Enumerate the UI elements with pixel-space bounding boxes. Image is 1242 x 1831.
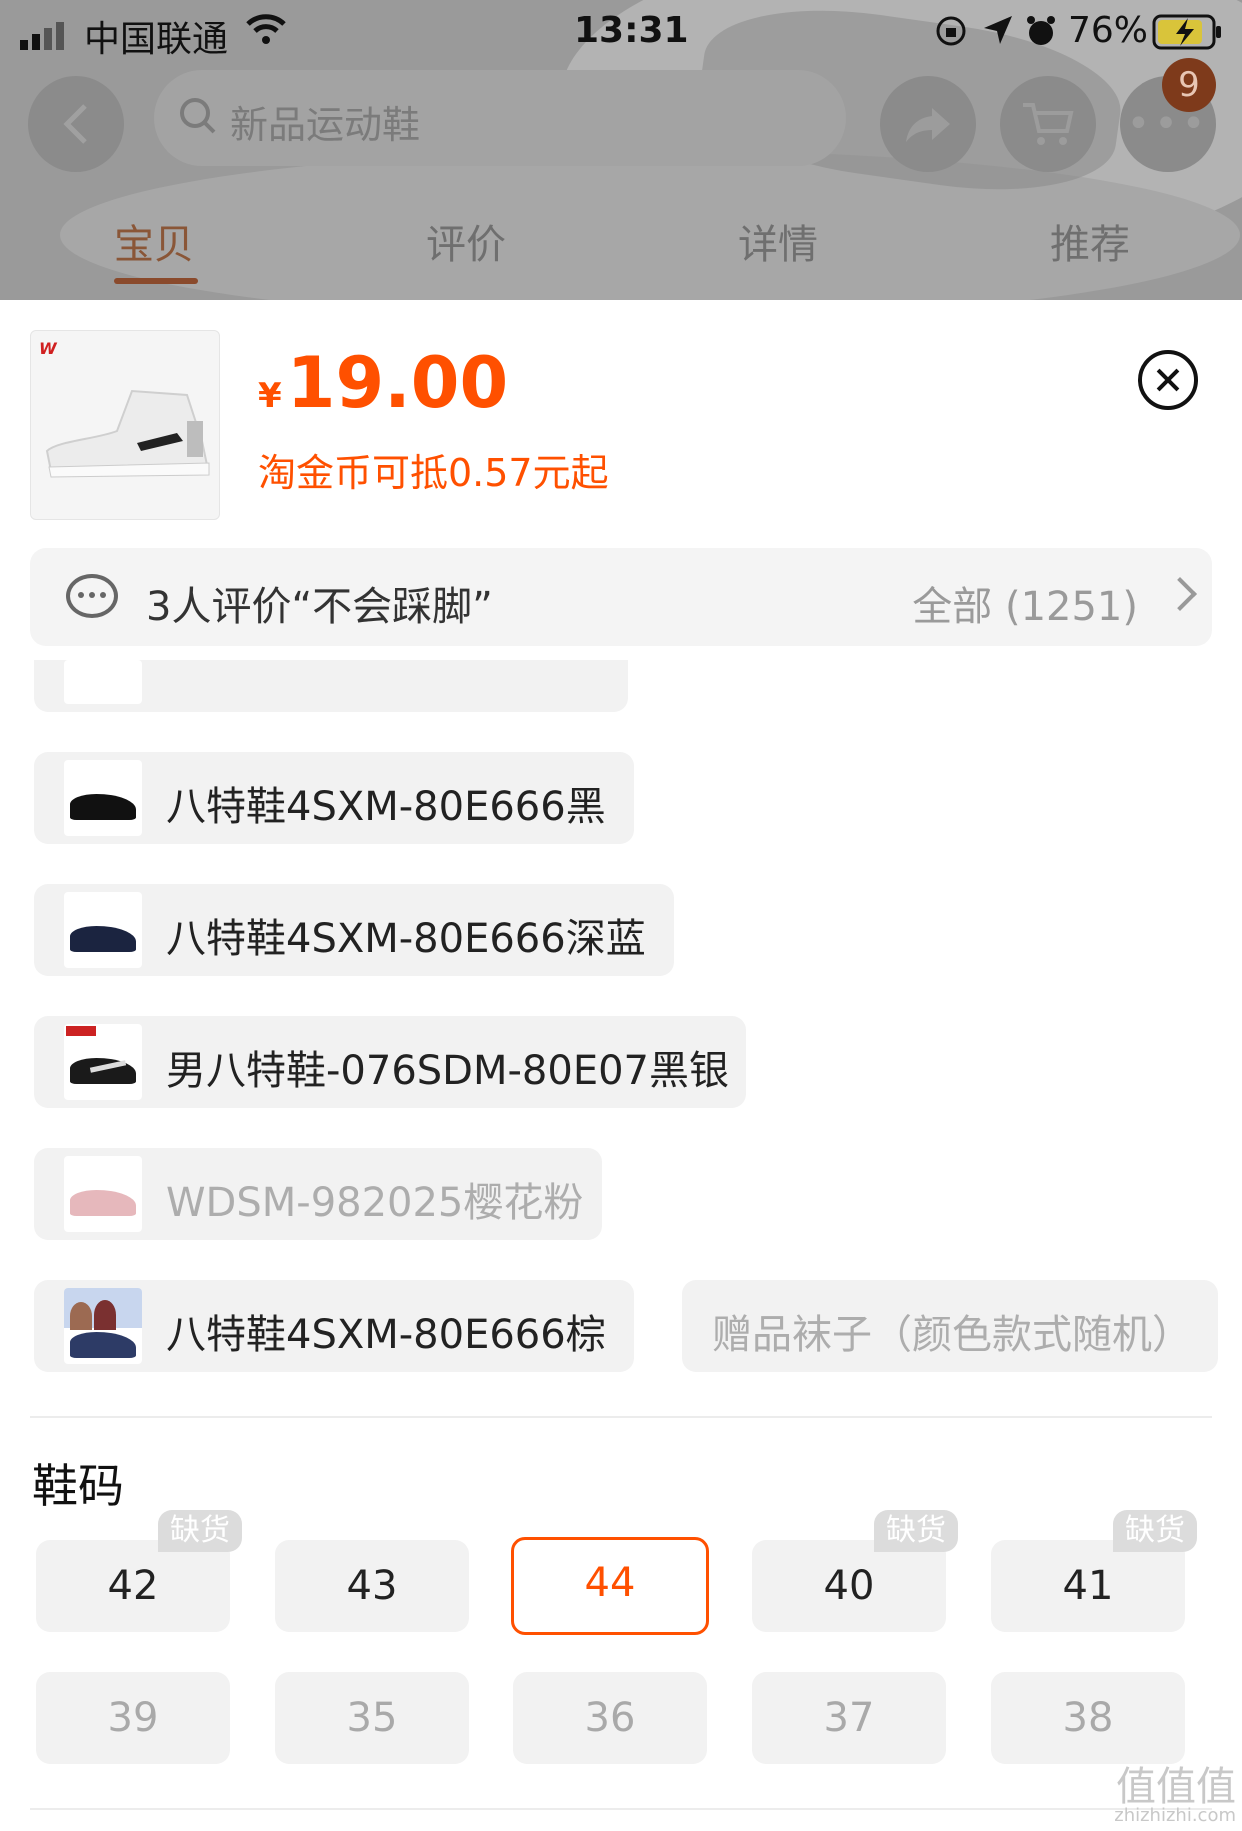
shoe-image	[70, 794, 136, 820]
chevron-left-icon	[63, 104, 87, 144]
color-option-disabled[interactable]: 赠品袜子（颜色款式随机）	[682, 1280, 1218, 1372]
option-label: 赠品袜子（颜色款式随机）	[712, 1312, 1192, 1358]
chat-bubble-icon	[66, 574, 118, 618]
dimmed-product-header: 中国联通 13:31 76% 新品运动鞋 ••• 9 宝贝 评价 详情 推荐	[0, 0, 1242, 300]
out-of-stock-tag: 缺货	[874, 1510, 958, 1552]
search-placeholder: 新品运动鞋	[230, 103, 421, 147]
size-value: 38	[1062, 1695, 1114, 1741]
share-button[interactable]	[880, 76, 976, 172]
option-label: 八特鞋4SXM-80E666棕	[166, 1312, 606, 1358]
size-value: 43	[346, 1563, 398, 1609]
review-highlight: 3人评价“不会踩脚”	[146, 584, 493, 630]
tab-product[interactable]: 宝贝	[114, 212, 194, 270]
shoe-image	[70, 1332, 136, 1358]
alarm-icon	[1024, 14, 1058, 57]
size-value: 39	[107, 1695, 159, 1741]
option-thumbnail	[64, 760, 142, 836]
size-value: 37	[823, 1695, 875, 1741]
size-option-selected[interactable]: 44	[511, 1537, 709, 1635]
color-option[interactable]: 八特鞋4SXM-80E666深蓝	[34, 884, 674, 976]
option-label: WDSM-982025樱花粉	[166, 1180, 584, 1226]
option-label: 八特鞋4SXM-80E666深蓝	[166, 916, 646, 962]
size-value: 35	[346, 1695, 398, 1741]
status-bar: 中国联通 13:31 76%	[0, 0, 1242, 62]
color-option[interactable]: 八特鞋4SXM-80E666棕	[34, 1280, 634, 1372]
shoe-image	[70, 1058, 136, 1084]
size-value: 36	[584, 1695, 636, 1741]
watermark: 值值值 zhizhizhi.com	[1114, 1767, 1236, 1825]
size-value: 42	[107, 1563, 159, 1609]
option-label: 男八特鞋-076SDM-80E07黑银	[166, 1048, 729, 1094]
wifi-icon	[244, 12, 288, 55]
signal-icon	[20, 18, 70, 59]
promo-tag	[66, 1026, 96, 1036]
size-option[interactable]: 43	[275, 1540, 469, 1632]
tab-recommend[interactable]: 推荐	[1050, 212, 1130, 270]
battery-percent: 76%	[1068, 10, 1149, 51]
cart-icon	[1023, 103, 1074, 145]
search-icon	[180, 98, 216, 134]
share-icon	[906, 108, 950, 142]
out-of-stock-tag: 缺货	[1113, 1510, 1197, 1552]
color-option[interactable]: 男八特鞋-076SDM-80E07黑银	[34, 1016, 746, 1108]
size-value: 44	[584, 1560, 636, 1606]
color-option-partial[interactable]	[34, 660, 628, 712]
size-option-disabled[interactable]: 37	[752, 1672, 946, 1764]
size-option-oos[interactable]: 42 缺货	[36, 1510, 242, 1632]
option-thumbnail	[64, 1156, 142, 1232]
active-tab-indicator	[114, 278, 198, 284]
shoe-image	[70, 926, 136, 952]
watermark-url: zhizhizhi.com	[1114, 1805, 1236, 1826]
size-option-disabled[interactable]: 38	[991, 1672, 1185, 1764]
option-thumbnail	[64, 660, 142, 704]
size-section-title: 鞋码	[32, 1459, 124, 1513]
size-option-disabled[interactable]: 35	[275, 1672, 469, 1764]
size-option-disabled[interactable]: 36	[513, 1672, 707, 1764]
close-icon[interactable]	[1138, 350, 1198, 410]
cart-count-badge: 9	[1162, 58, 1216, 112]
out-of-stock-tag: 缺货	[158, 1510, 242, 1552]
size-option-disabled[interactable]: 39	[36, 1672, 230, 1764]
size-option-oos[interactable]: 41 缺货	[991, 1510, 1197, 1632]
option-thumbnail	[64, 892, 142, 968]
size-value: 40	[823, 1563, 875, 1609]
color-option-disabled[interactable]: WDSM-982025樱花粉	[34, 1148, 602, 1240]
product-shoe-image	[45, 389, 210, 478]
location-icon	[982, 14, 1014, 55]
brand-logo: W	[39, 339, 57, 358]
coin-discount-note: 淘金币可抵0.57元起	[258, 451, 609, 495]
product-thumbnail[interactable]: W	[30, 330, 220, 520]
option-thumbnail	[64, 1024, 142, 1100]
shoe-image	[70, 1190, 136, 1216]
price-value: 19.00	[286, 342, 509, 424]
color-option[interactable]: 八特鞋4SXM-80E666黑	[34, 752, 634, 844]
size-option-oos[interactable]: 40 缺货	[752, 1510, 958, 1632]
currency-symbol: ¥	[258, 376, 282, 416]
size-value: 41	[1062, 1563, 1114, 1609]
clock-time: 13:31	[574, 10, 689, 51]
cart-button[interactable]	[1000, 76, 1096, 172]
section-divider	[30, 1808, 1212, 1810]
option-thumbnail	[64, 1288, 142, 1364]
back-button[interactable]	[28, 76, 124, 172]
review-summary-bar[interactable]: 3人评价“不会踩脚” 全部 (1251)	[30, 548, 1212, 646]
search-bar[interactable]: 新品运动鞋	[154, 70, 846, 166]
tab-details[interactable]: 详情	[738, 212, 818, 270]
watermark-text: 值值值	[1116, 1764, 1236, 1810]
option-label: 八特鞋4SXM-80E666黑	[166, 784, 606, 830]
chevron-right-icon	[1163, 577, 1197, 611]
price: ¥ 19.00	[258, 342, 508, 424]
battery-icon	[1152, 14, 1224, 59]
carrier-name: 中国联通	[84, 19, 229, 60]
rotation-lock-icon	[934, 14, 968, 57]
review-all-count: 全部 (1251)	[912, 584, 1138, 630]
section-divider	[30, 1416, 1212, 1418]
tab-reviews[interactable]: 评价	[426, 212, 506, 270]
